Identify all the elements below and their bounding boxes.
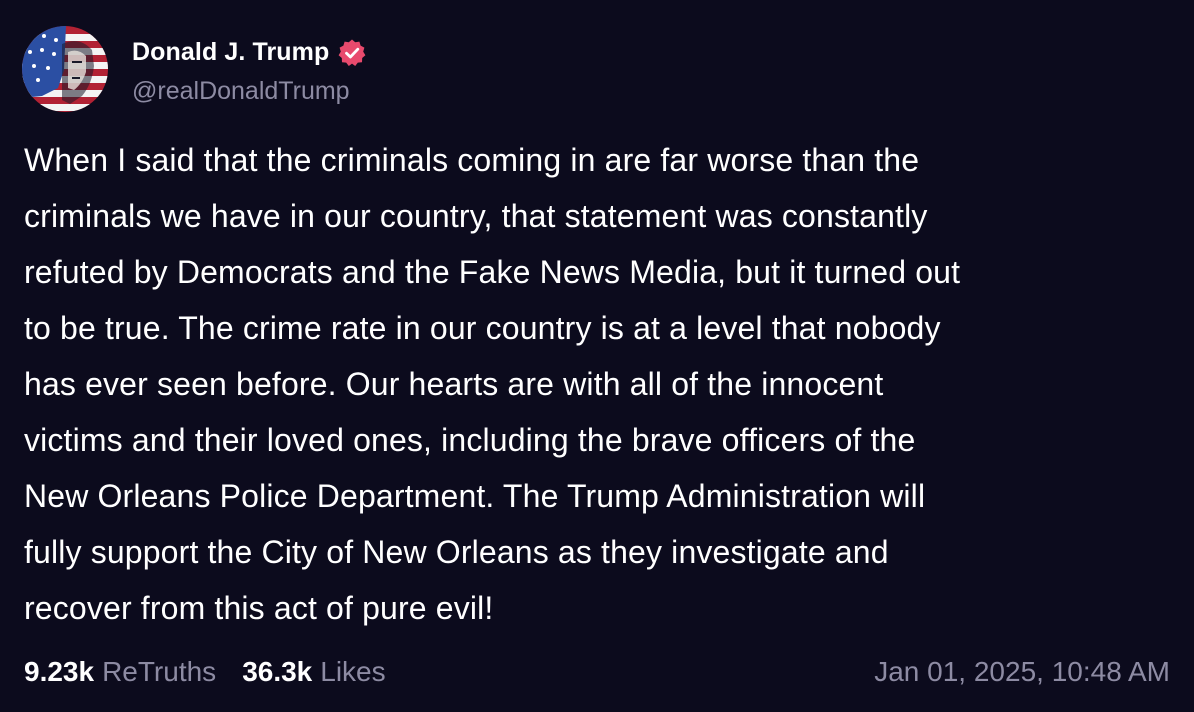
post-body-line: New Orleans Police Department. The Trump… (24, 478, 926, 514)
post-footer: 9.23k ReTruths 36.3k Likes Jan 01, 2025,… (24, 652, 1170, 692)
post-body-line: recover from this act of pure evil! (24, 590, 494, 626)
verified-badge-icon (337, 38, 367, 68)
post-timestamp[interactable]: Jan 01, 2025, 10:48 AM (874, 656, 1170, 688)
post-body-line: victims and their loved ones, including … (24, 422, 916, 458)
likes-count: 36.3k (242, 656, 313, 687)
retruths-count: 9.23k (24, 656, 95, 687)
post-header: Donald J. Trump @realDonaldTrump (22, 26, 367, 112)
author-identity: Donald J. Trump @realDonaldTrump (132, 26, 367, 112)
flag-portrait-avatar-icon (22, 26, 108, 112)
post-body-line: When I said that the criminals coming in… (24, 142, 920, 178)
post-body-line: to be true. The crime rate in our countr… (24, 310, 941, 346)
post-body: When I said that the criminals coming in… (24, 132, 1174, 636)
author-display-name[interactable]: Donald J. Trump (132, 38, 329, 67)
post-body-line: has ever seen before. Our hearts are wit… (24, 366, 884, 402)
avatar[interactable] (22, 26, 108, 112)
author-handle[interactable]: @realDonaldTrump (132, 77, 367, 106)
likes-label: Likes (320, 656, 386, 687)
post-body-line: criminals we have in our country, that s… (24, 198, 928, 234)
post-body-line: fully support the City of New Orleans as… (24, 534, 889, 570)
retruths-stat[interactable]: 9.23k ReTruths (24, 656, 216, 688)
post-body-line: refuted by Democrats and the Fake News M… (24, 254, 961, 290)
post-card: Donald J. Trump @realDonaldTrump When I … (0, 0, 1194, 712)
likes-stat[interactable]: 36.3k Likes (242, 656, 385, 688)
post-stats: 9.23k ReTruths 36.3k Likes (24, 656, 386, 688)
retruths-label: ReTruths (102, 656, 217, 687)
name-row: Donald J. Trump (132, 33, 367, 73)
